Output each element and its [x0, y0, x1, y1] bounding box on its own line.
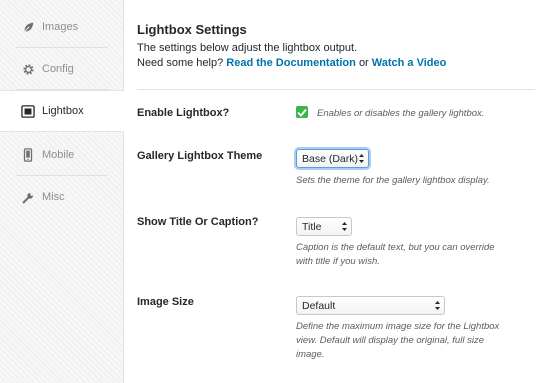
theme-select-value: Base (Dark)	[302, 152, 359, 165]
page-title: Lightbox Settings	[137, 22, 247, 37]
or-text: or	[358, 57, 369, 69]
help-line: with title if you wish.	[296, 256, 380, 267]
enable-lightbox-help: Enables or disables the gallery lightbox…	[317, 108, 485, 119]
theme-help: Sets the theme for the gallery lightbox …	[296, 175, 490, 186]
sidebar-item-label: Config	[42, 63, 74, 75]
title-caption-select[interactable]: Title	[296, 217, 352, 236]
wrench-icon	[20, 189, 36, 205]
select-arrows-icon	[359, 154, 364, 163]
sidebar-item-label: Lightbox	[42, 105, 84, 117]
help-line: view. Default will display the original,…	[296, 335, 484, 346]
sidebar-item-images[interactable]: Images	[0, 6, 108, 48]
help-line: Caption is the default text, but you can…	[296, 242, 495, 253]
select-arrows-icon	[342, 222, 347, 231]
sidebar-item-label: Mobile	[42, 149, 75, 161]
mobile-icon	[20, 147, 36, 163]
help-line: image.	[296, 349, 325, 360]
settings-window: Images Config Lightbox Mobile Misc Light…	[0, 0, 550, 383]
title-caption-select-value: Title	[302, 220, 322, 233]
help-prefix: Need some help?	[137, 57, 224, 69]
settings-description: The settings below adjust the lightbox o…	[137, 41, 446, 71]
select-arrows-icon	[435, 301, 440, 310]
image-size-label: Image Size	[137, 296, 194, 308]
enable-lightbox-label: Enable Lightbox?	[137, 107, 230, 119]
image-size-select-value: Default	[302, 299, 336, 312]
sidebar-item-label: Images	[42, 21, 79, 33]
title-caption-label: Show Title Or Caption?	[137, 216, 259, 228]
settings-sidebar: Images Config Lightbox Mobile Misc	[0, 0, 125, 383]
help-line: Need some help? Read the Documentation o…	[137, 56, 446, 71]
leaf-icon	[20, 19, 36, 35]
gear-icon	[20, 61, 36, 77]
section-divider	[137, 89, 535, 90]
lightbox-icon	[20, 103, 36, 119]
description-line: The settings below adjust the lightbox o…	[137, 42, 358, 54]
documentation-link[interactable]: Read the Documentation	[226, 57, 356, 69]
help-line: Define the maximum image size for the Li…	[296, 321, 500, 332]
title-caption-help: Caption is the default text, but you can…	[296, 241, 495, 269]
sidebar-item-lightbox[interactable]: Lightbox	[0, 90, 125, 132]
enable-lightbox-checkbox[interactable]	[296, 106, 308, 118]
sidebar-item-misc[interactable]: Misc	[0, 176, 108, 218]
theme-select[interactable]: Base (Dark)	[296, 149, 369, 168]
theme-label: Gallery Lightbox Theme	[137, 150, 263, 162]
watch-video-link[interactable]: Watch a Video	[372, 57, 447, 69]
settings-panel: Lightbox Settings The settings below adj…	[124, 0, 550, 383]
checkmark-icon	[297, 108, 307, 117]
image-size-select[interactable]: Default	[296, 296, 445, 315]
sidebar-item-label: Misc	[42, 191, 65, 203]
sidebar-item-config[interactable]: Config	[0, 48, 108, 90]
image-size-help: Define the maximum image size for the Li…	[296, 320, 499, 362]
sidebar-item-mobile[interactable]: Mobile	[0, 134, 108, 176]
